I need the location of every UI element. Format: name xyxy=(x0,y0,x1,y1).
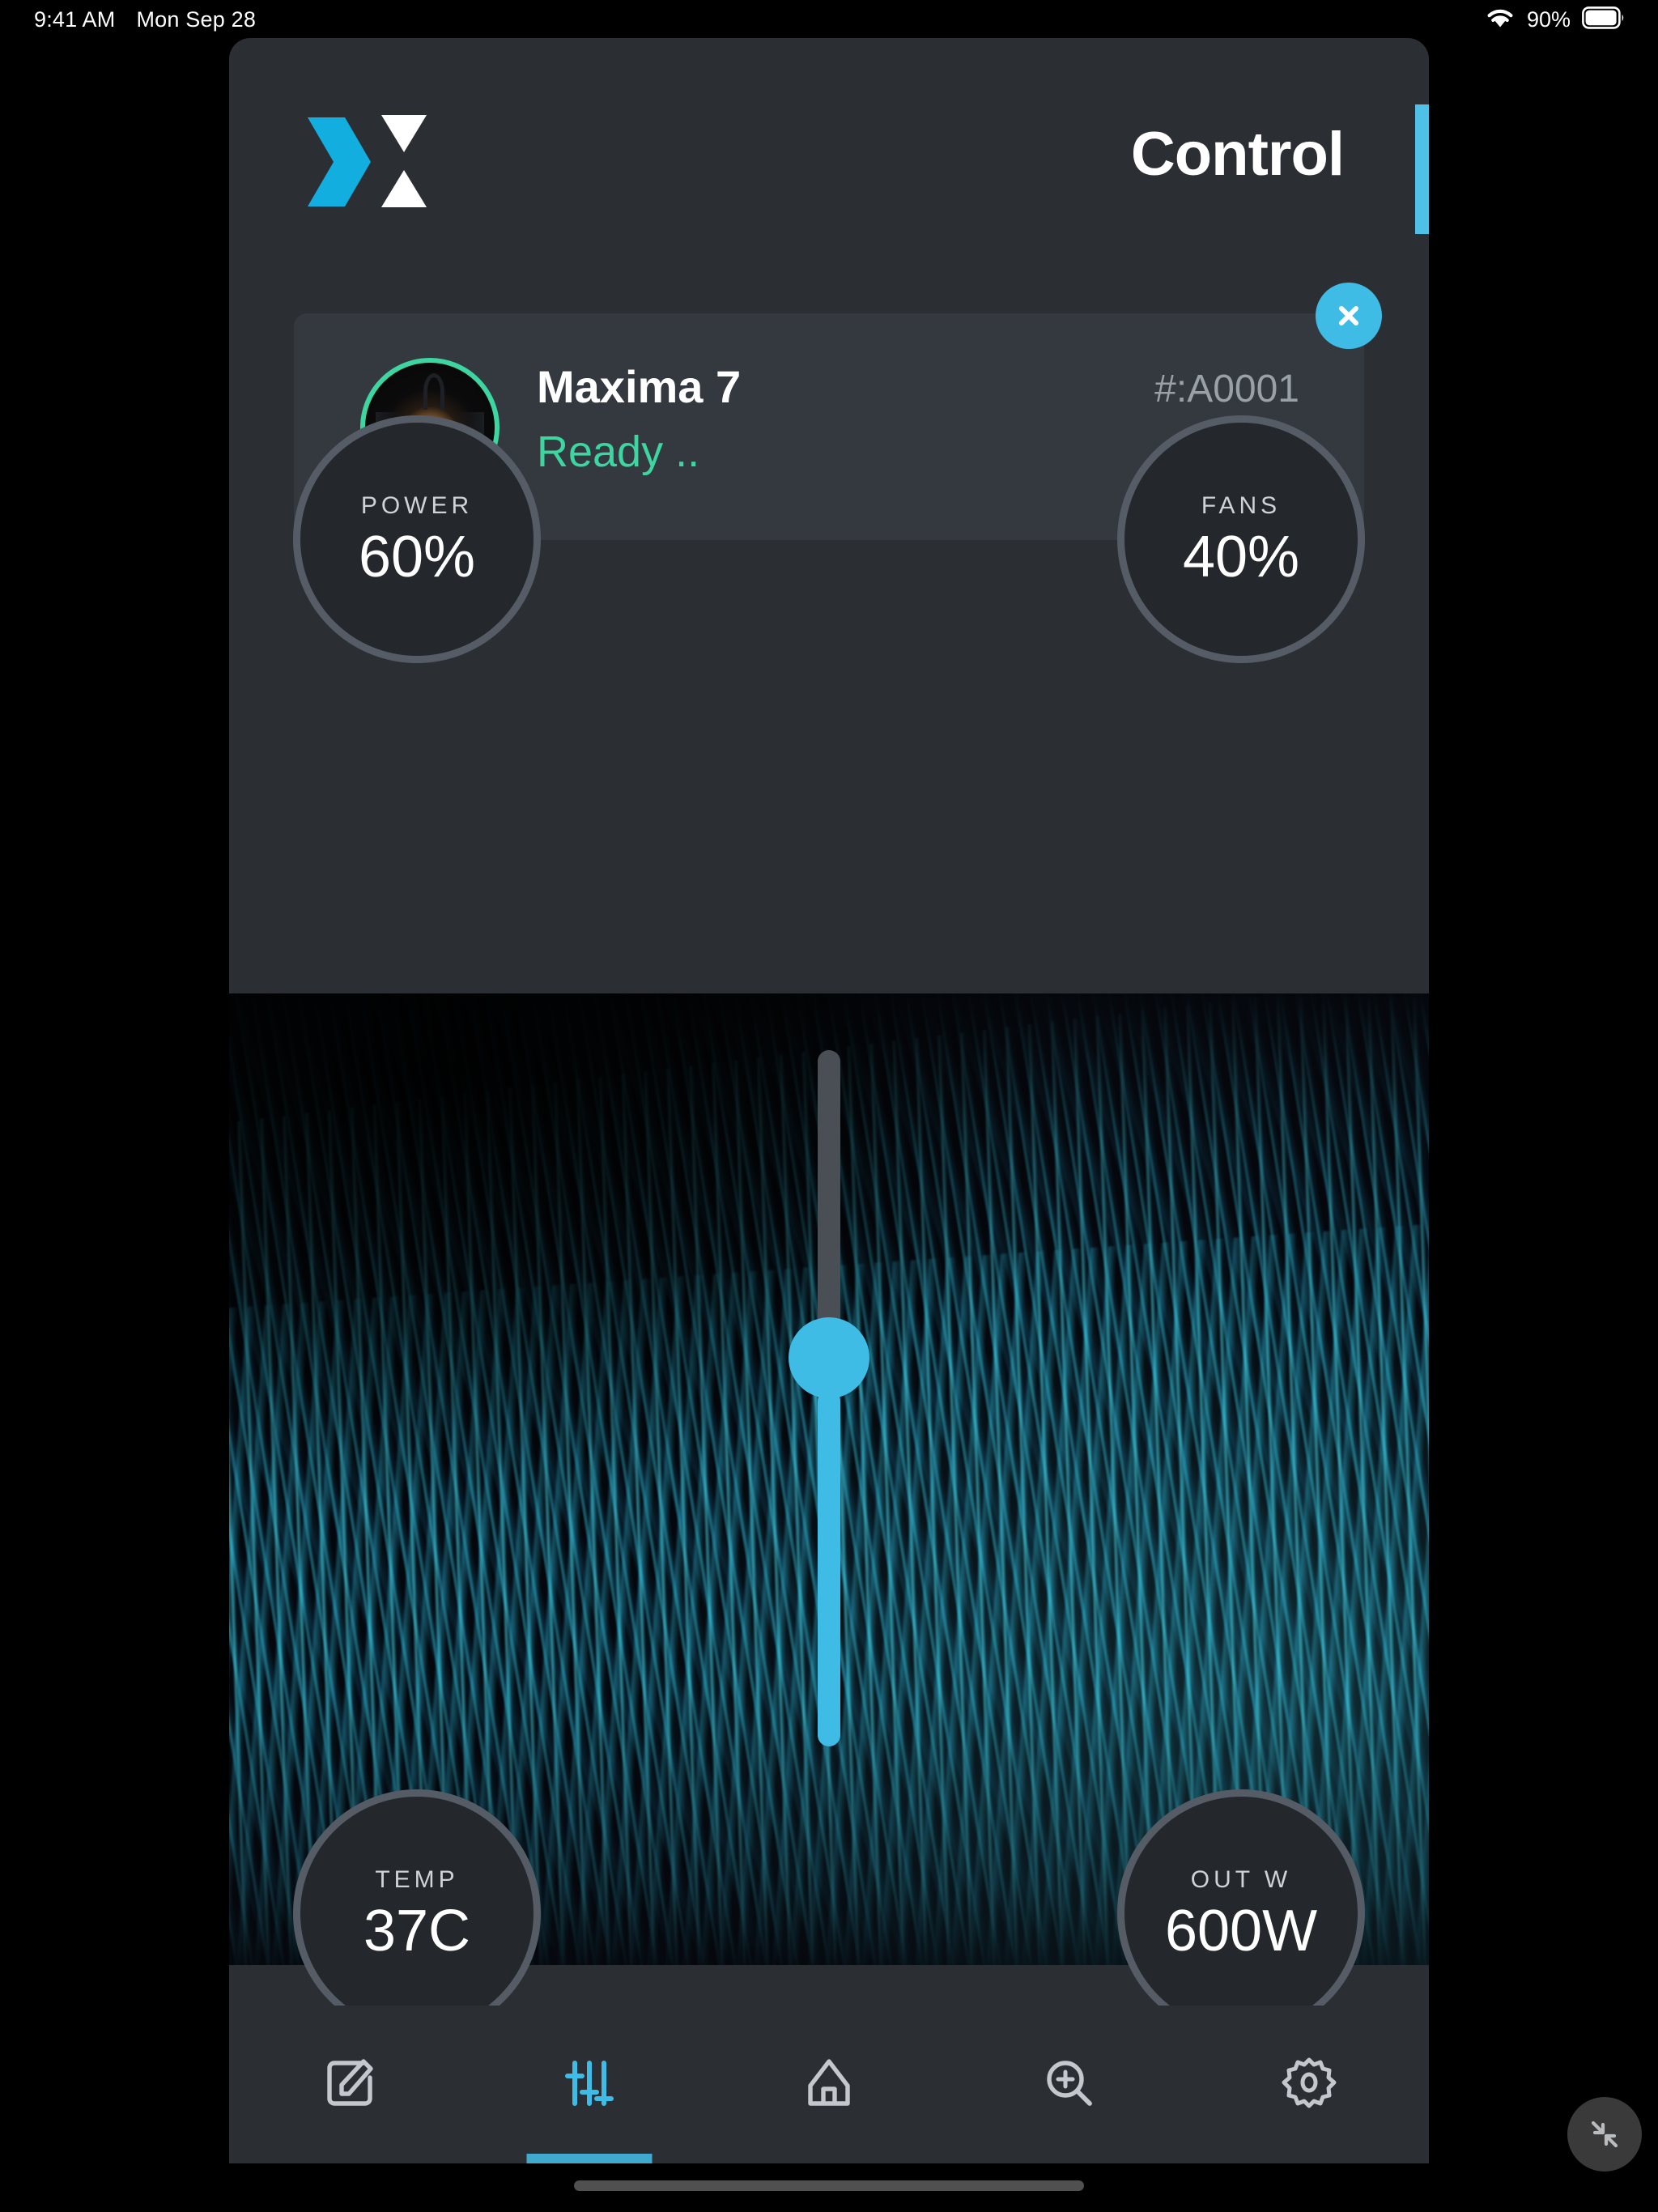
slider-thumb[interactable] xyxy=(789,1317,869,1398)
close-button[interactable] xyxy=(1316,283,1382,349)
gauge-temp-label: TEMP xyxy=(375,1866,459,1893)
device-id: #:A0001 xyxy=(1154,368,1299,410)
zoom-in-icon xyxy=(1037,2052,1100,2117)
device-state: Ready .. xyxy=(537,428,700,476)
app-panel: Control Maxima 7 Ready .. #:A0001 POWER … xyxy=(229,38,1429,2163)
active-tab-indicator xyxy=(526,2154,653,2163)
gauge-power-label: POWER xyxy=(360,492,474,519)
slider-fill xyxy=(818,1390,840,1746)
master-level-slider[interactable] xyxy=(780,1050,878,1746)
tab-edit[interactable] xyxy=(229,2006,469,2163)
app-header: Control xyxy=(229,38,1429,249)
home-indicator[interactable] xyxy=(574,2180,1084,2191)
gauge-temp-value: 37C xyxy=(363,1899,471,1963)
tab-zoom[interactable] xyxy=(949,2006,1188,2163)
logo-triangles-icon xyxy=(380,113,428,213)
status-bar: 9:41 AM Mon Sep 28 90% xyxy=(0,0,1658,39)
screen: 9:41 AM Mon Sep 28 90% Control Maxima 7 … xyxy=(0,0,1658,2212)
wifi-icon xyxy=(1485,6,1516,33)
page-title: Control xyxy=(1130,120,1345,189)
tab-control[interactable] xyxy=(469,2006,708,2163)
gauge-fans[interactable]: FANS 40% xyxy=(1117,415,1365,663)
gauge-fans-value: 40% xyxy=(1182,525,1300,589)
battery-icon xyxy=(1582,6,1626,33)
gauge-power[interactable]: POWER 60% xyxy=(293,415,541,663)
sliders-icon xyxy=(558,2052,621,2117)
close-icon xyxy=(1339,306,1358,325)
collapse-arrows-icon xyxy=(1591,2121,1618,2148)
tab-home[interactable] xyxy=(709,2006,949,2163)
gear-icon xyxy=(1278,2052,1341,2117)
collapse-button[interactable] xyxy=(1567,2097,1642,2172)
gauge-outw-value: 600W xyxy=(1164,1899,1318,1963)
home-icon xyxy=(797,2052,861,2117)
tab-bar xyxy=(229,2006,1429,2163)
status-time: 9:41 AM xyxy=(34,6,116,32)
battery-percent: 90% xyxy=(1526,6,1571,32)
gauge-temp[interactable]: TEMP 37C xyxy=(293,1789,541,2037)
app-logo xyxy=(304,113,450,211)
status-date: Mon Sep 28 xyxy=(136,6,257,32)
gauge-outw[interactable]: OUT W 600W xyxy=(1117,1789,1365,2037)
edit-square-icon xyxy=(317,2052,380,2117)
status-bar-left: 9:41 AM Mon Sep 28 xyxy=(34,7,256,32)
device-name: Maxima 7 xyxy=(537,361,742,412)
status-bar-right: 90% xyxy=(1485,6,1626,33)
gauge-power-value: 60% xyxy=(358,525,476,589)
title-accent-bar xyxy=(1415,104,1429,234)
gauge-outw-label: OUT W xyxy=(1190,1866,1292,1893)
gauge-fans-label: FANS xyxy=(1201,492,1282,519)
logo-chevron-icon xyxy=(304,116,374,212)
tab-settings[interactable] xyxy=(1189,2006,1429,2163)
